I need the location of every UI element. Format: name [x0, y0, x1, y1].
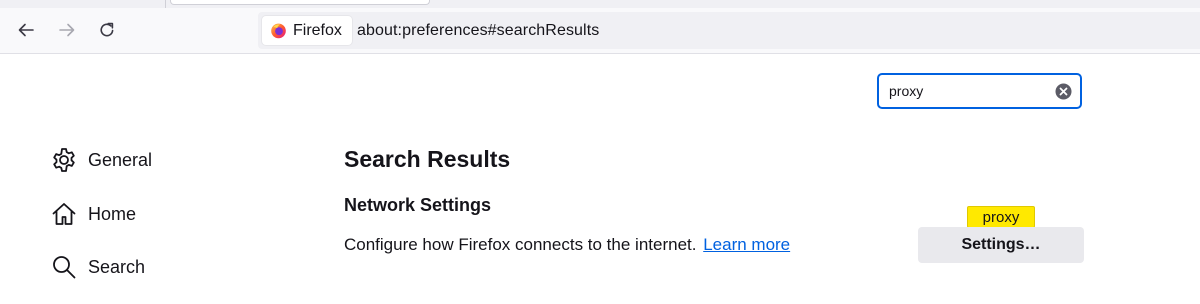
arrow-right-icon [59, 23, 75, 37]
gear-icon [50, 146, 78, 174]
reload-button[interactable] [95, 18, 119, 42]
url-text[interactable]: about:preferences#searchResults [357, 22, 599, 40]
back-button[interactable] [14, 18, 38, 42]
arrow-left-icon [18, 23, 34, 37]
magnifier-icon [50, 253, 78, 281]
description-text: Configure how Firefox connects to the in… [344, 235, 697, 254]
sidebar-item-label: General [88, 149, 153, 170]
preferences-search-box[interactable] [877, 73, 1082, 109]
sidebar-item-general[interactable]: General [50, 145, 152, 175]
sidebar-item-home[interactable]: Home [50, 199, 136, 229]
page-title: Search Results [344, 146, 511, 172]
clear-search-icon[interactable] [1055, 83, 1072, 100]
home-icon [50, 200, 78, 228]
identity-label: Firefox [293, 21, 342, 39]
sidebar-item-search[interactable]: Search [50, 252, 145, 282]
search-input[interactable] [889, 81, 1049, 101]
sidebar-item-label: Home [88, 203, 137, 224]
section-title-network-settings: Network Settings [344, 195, 492, 215]
reload-icon [100, 22, 114, 37]
forward-button[interactable] [55, 18, 79, 42]
navigation-toolbar: Firefox about:preferences#searchResults [0, 8, 1200, 54]
firefox-logo-icon [271, 23, 286, 39]
tab-separator [165, 0, 166, 8]
network-settings-button[interactable]: Settings… [918, 227, 1084, 263]
identity-box[interactable]: Firefox [262, 16, 352, 45]
learn-more-link[interactable]: Learn more [703, 235, 790, 254]
search-highlight-tooltip: proxy [967, 206, 1035, 234]
sidebar-item-label: Search [88, 256, 146, 277]
network-settings-description: Configure how Firefox connects to the in… [344, 235, 790, 255]
url-bar[interactable]: Firefox about:preferences#searchResults [258, 12, 1200, 49]
active-tab[interactable] [170, 0, 430, 5]
tab-strip [0, 0, 1200, 8]
